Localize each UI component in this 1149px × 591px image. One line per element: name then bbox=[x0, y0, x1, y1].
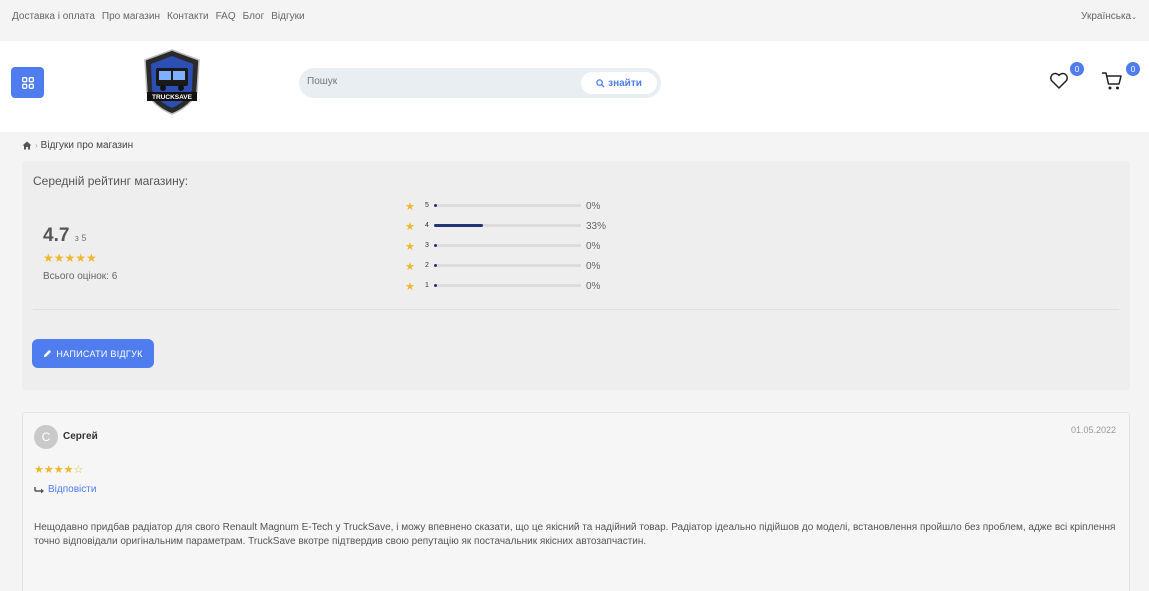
rating-row-percent: 0% bbox=[586, 241, 601, 252]
rating-row-stars: 3 bbox=[425, 242, 429, 249]
rating-row-percent: 0% bbox=[586, 281, 601, 292]
search-bar: знайти bbox=[299, 68, 661, 98]
rating-bar-fill bbox=[434, 264, 437, 267]
rating-bar-track bbox=[434, 284, 581, 287]
home-icon[interactable] bbox=[22, 141, 32, 150]
nav-link-about[interactable]: Про магазин bbox=[102, 11, 160, 22]
breadcrumb: › Відгуки про магазин bbox=[22, 140, 133, 151]
top-nav: Доставка і оплата Про магазин Контакти F… bbox=[12, 11, 305, 22]
rating-bar-fill bbox=[434, 224, 483, 227]
review-stars: ★★★★☆ bbox=[34, 464, 84, 476]
rating-row-stars: 1 bbox=[425, 282, 429, 289]
total-ratings: Всього оцінок: 6 bbox=[43, 271, 118, 282]
rating-bar-fill bbox=[434, 244, 437, 247]
wishlist-count-badge: 0 bbox=[1070, 62, 1084, 76]
cart-button[interactable]: 0 bbox=[1101, 62, 1140, 91]
rating-row-stars: 2 bbox=[425, 262, 429, 269]
rating-title: Середній рейтинг магазину: bbox=[33, 174, 189, 188]
top-bar: Доставка і оплата Про магазин Контакти F… bbox=[0, 0, 1149, 33]
site-logo[interactable]: TRUCKSAVE bbox=[141, 48, 203, 116]
review-author: Сергей bbox=[63, 431, 98, 442]
avatar: С bbox=[34, 425, 58, 449]
header: TRUCKSAVE знайти 0 0 bbox=[0, 41, 1149, 132]
rating-row-percent: 0% bbox=[586, 201, 601, 212]
reply-link[interactable]: Відповісти bbox=[34, 484, 96, 495]
rating-row-3: ★ 3 0% bbox=[405, 239, 645, 259]
cart-count-badge: 0 bbox=[1126, 62, 1140, 76]
rating-row-percent: 33% bbox=[586, 221, 607, 232]
heart-icon bbox=[1050, 72, 1068, 89]
nav-link-delivery[interactable]: Доставка і оплата bbox=[12, 11, 95, 22]
search-button[interactable]: знайти bbox=[581, 72, 657, 94]
reply-label: Відповісти bbox=[48, 484, 97, 495]
rating-row-4: ★ 4 33% bbox=[405, 219, 645, 239]
review-card: С Сергей 01.05.2022 ★★★★☆ Відповісти Нещ… bbox=[22, 412, 1130, 591]
rating-bar-track bbox=[434, 264, 581, 267]
divider bbox=[33, 309, 1119, 310]
rating-bar-fill bbox=[434, 284, 437, 287]
cart-icon bbox=[1102, 72, 1122, 90]
average-rating-stars: ★★★★★ bbox=[43, 251, 97, 265]
rating-distribution: ★ 5 0% ★ 4 33% ★ 3 0% ★ 2 0% ★ 1 0% bbox=[405, 199, 645, 299]
rating-bar-fill bbox=[434, 204, 437, 207]
wishlist-button[interactable]: 0 bbox=[1049, 62, 1084, 91]
star-icon: ★ bbox=[405, 281, 415, 293]
rating-bar-track bbox=[434, 244, 581, 247]
logo-text: TRUCKSAVE bbox=[152, 94, 193, 101]
nav-link-reviews[interactable]: Відгуки bbox=[271, 11, 304, 22]
rating-bar-track bbox=[434, 204, 581, 207]
nav-link-faq[interactable]: FAQ bbox=[216, 11, 236, 22]
rating-summary-panel: Середній рейтинг магазину: 4.7 з 5 ★★★★★… bbox=[22, 161, 1130, 390]
star-icon: ★ bbox=[405, 201, 415, 213]
reply-icon bbox=[34, 486, 44, 493]
nav-link-blog[interactable]: Блог bbox=[243, 11, 265, 22]
rating-row-stars: 5 bbox=[425, 202, 429, 209]
average-rating: 4.7 з 5 bbox=[43, 225, 86, 247]
average-rating-max: з 5 bbox=[74, 233, 87, 243]
grid-icon bbox=[21, 76, 34, 89]
rating-row-stars: 4 bbox=[425, 222, 429, 229]
search-icon bbox=[596, 78, 605, 88]
average-rating-value: 4.7 bbox=[43, 225, 70, 246]
star-icon: ★ bbox=[405, 261, 415, 273]
review-date: 01.05.2022 bbox=[1070, 425, 1116, 435]
language-label: Українська bbox=[1081, 11, 1132, 22]
star-icon: ★ bbox=[405, 221, 415, 233]
rating-row-5: ★ 5 0% bbox=[405, 199, 645, 219]
rating-bar-track bbox=[434, 224, 581, 227]
star-icon: ★ bbox=[405, 241, 415, 253]
rating-row-1: ★ 1 0% bbox=[405, 279, 645, 299]
rating-row-percent: 0% bbox=[586, 261, 601, 272]
nav-link-contacts[interactable]: Контакти bbox=[167, 11, 209, 22]
language-selector[interactable]: Українська⌄ bbox=[1081, 11, 1137, 22]
review-text: Нещодавно придбав радіатор для свого Ren… bbox=[34, 522, 1116, 547]
rating-row-2: ★ 2 0% bbox=[405, 259, 645, 279]
pencil-icon bbox=[44, 349, 52, 358]
breadcrumb-separator: › bbox=[35, 141, 38, 150]
write-review-label: НАПИСАТИ ВІДГУК bbox=[56, 348, 143, 359]
search-input[interactable] bbox=[307, 76, 567, 87]
breadcrumb-current: Відгуки про магазин bbox=[40, 140, 134, 151]
write-review-button[interactable]: НАПИСАТИ ВІДГУК bbox=[32, 339, 154, 368]
catalog-menu-button[interactable] bbox=[11, 67, 44, 98]
search-button-label: знайти bbox=[608, 77, 642, 89]
chevron-down-icon: ⌄ bbox=[1131, 14, 1137, 21]
